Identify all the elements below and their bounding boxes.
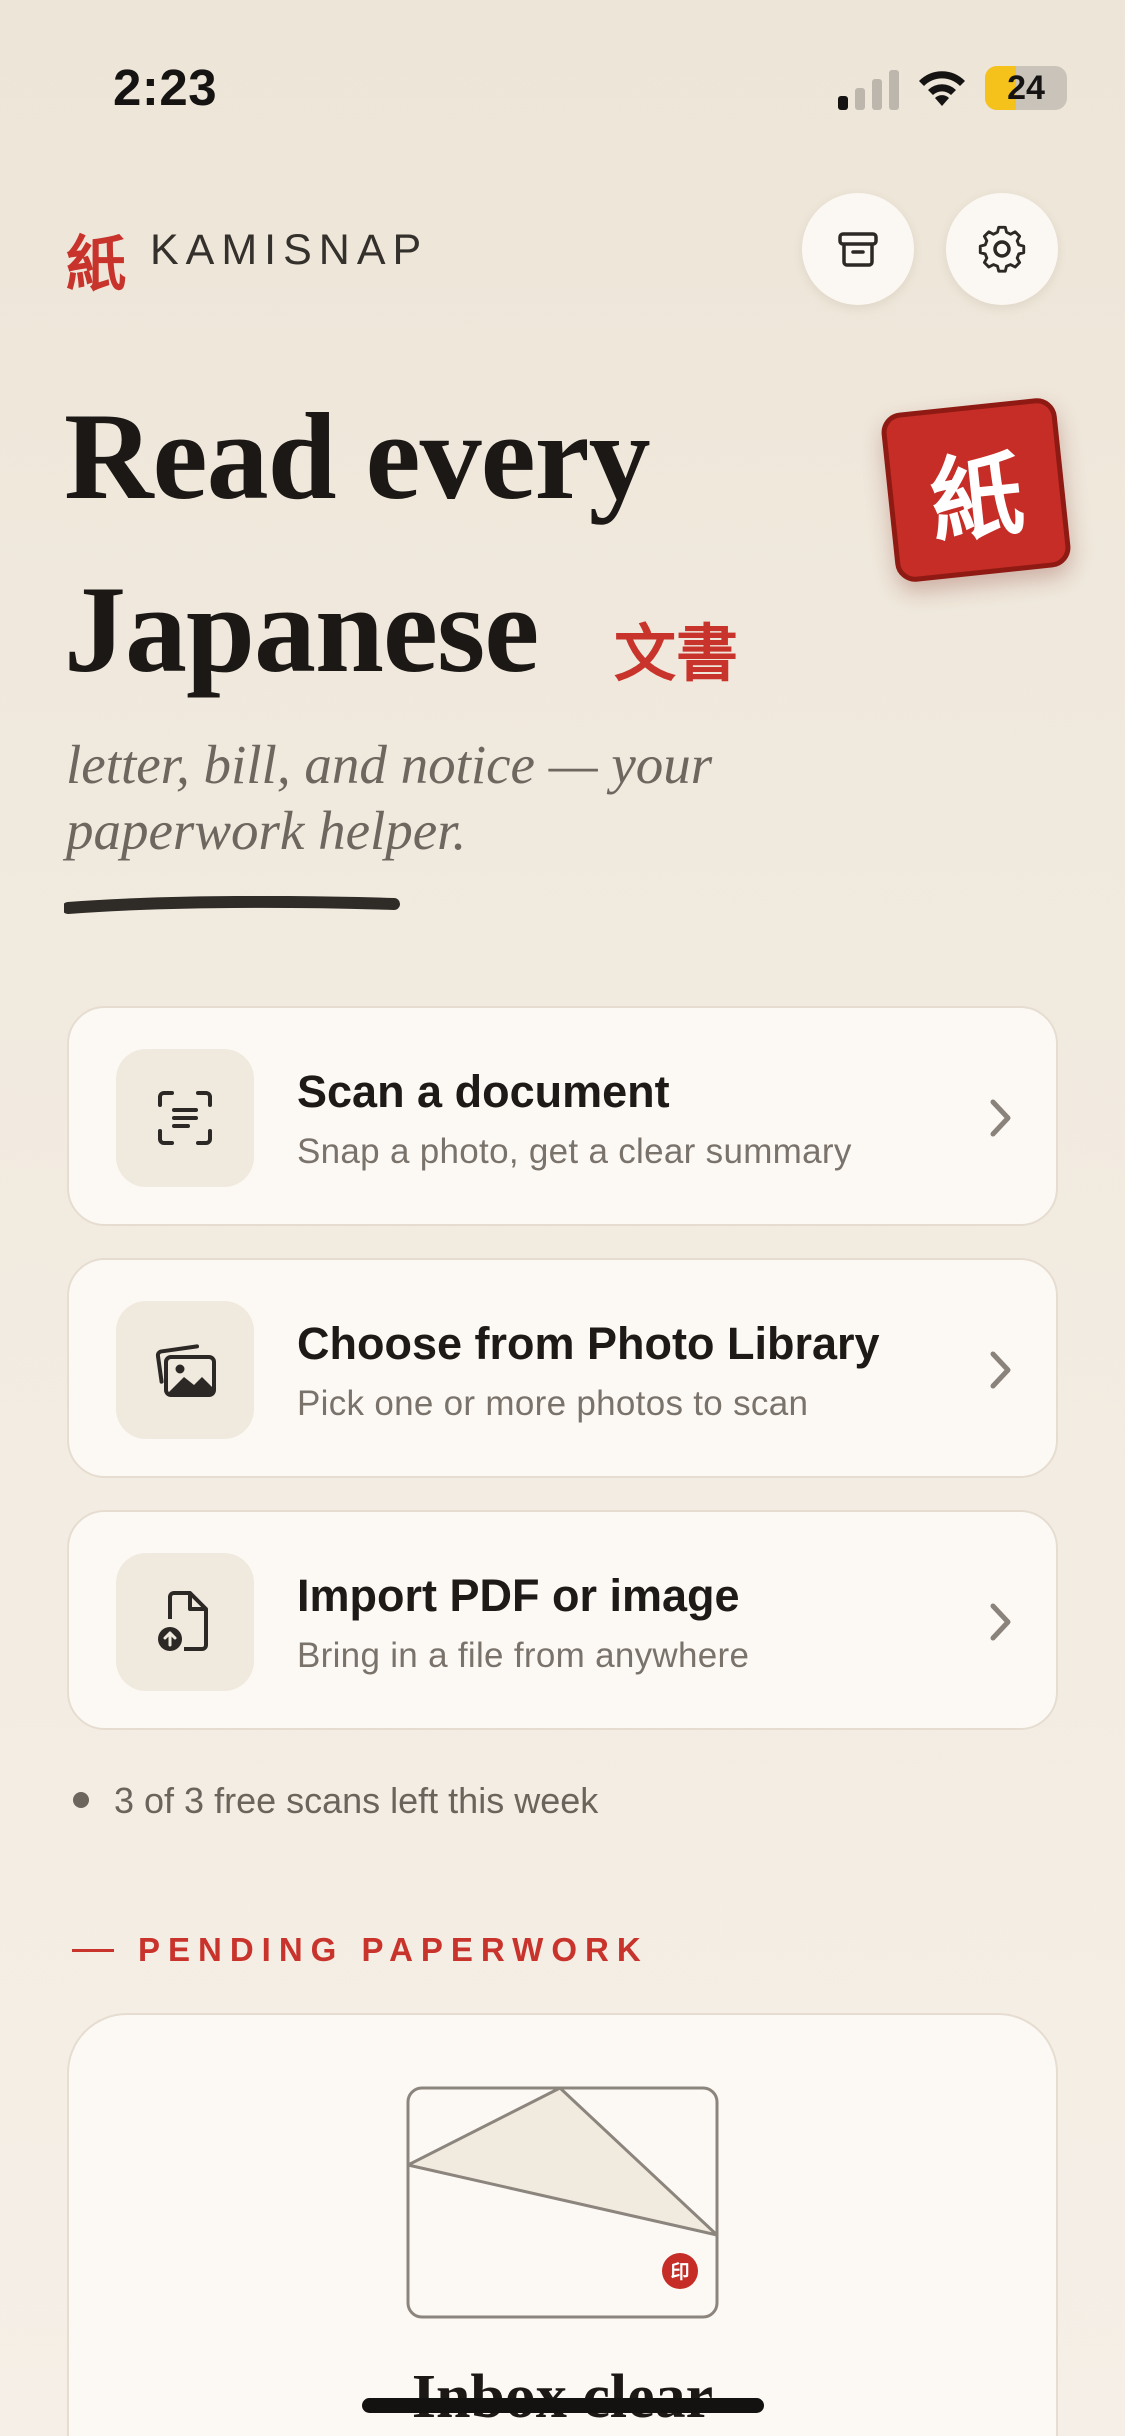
card-subtitle: Pick one or more photos to scan (297, 1384, 809, 1423)
brand-logo-mark: 紙 (66, 230, 126, 300)
photo-icon-tile (116, 1301, 254, 1439)
scan-document-card[interactable]: Scan a document Snap a photo, get a clea… (67, 1006, 1058, 1226)
battery-level: 24 (1007, 68, 1045, 107)
section-dash (72, 1949, 114, 1952)
cellular-signal-icon (838, 70, 899, 110)
seal-character: 印 (670, 2261, 689, 2283)
settings-button[interactable] (946, 193, 1058, 305)
envelope-icon: 印 (406, 2086, 719, 2319)
gear-icon (978, 225, 1026, 273)
battery-indicator: 24 (985, 66, 1067, 110)
brush-underline (64, 896, 400, 914)
card-title: Import PDF or image (297, 1570, 740, 1621)
quota-bullet (73, 1792, 89, 1808)
stamp-character: 紙 (925, 439, 1029, 556)
status-time: 2:23 (113, 59, 218, 116)
hero-subtitle: letter, bill, and notice — your paperwor… (66, 734, 713, 861)
photo-library-icon (155, 1344, 216, 1397)
wifi-icon (919, 71, 965, 106)
brand-name: KAMISNAP (150, 226, 429, 274)
import-file-card[interactable]: Import PDF or image Bring in a file from… (67, 1510, 1058, 1730)
document-scan-icon (158, 1091, 212, 1145)
home-indicator (362, 2398, 764, 2413)
chevron-right-icon (990, 1603, 1011, 1641)
free-scans-quota: 3 of 3 free scans left this week (114, 1780, 599, 1821)
card-title: Choose from Photo Library (297, 1318, 880, 1369)
photo-library-card[interactable]: Choose from Photo Library Pick one or mo… (67, 1258, 1058, 1478)
archive-button[interactable] (802, 193, 914, 305)
import-icon-tile (116, 1553, 254, 1691)
card-subtitle: Snap a photo, get a clear summary (297, 1132, 852, 1171)
chevron-right-icon (990, 1099, 1011, 1137)
card-subtitle: Bring in a file from anywhere (297, 1636, 750, 1675)
section-heading-pending: PENDING PAPERWORK (138, 1931, 649, 1968)
scan-icon-tile (116, 1049, 254, 1187)
hero-kanji: 文書 (614, 617, 739, 690)
hero-title-line-1: Read every (64, 388, 651, 525)
hero-title-line-2: Japanese (64, 561, 539, 698)
archive-box-icon (838, 232, 878, 267)
card-title: Scan a document (297, 1066, 670, 1117)
hanko-stamp: 紙 (879, 396, 1073, 584)
file-import-icon (158, 1591, 208, 1651)
chevron-right-icon (990, 1351, 1011, 1389)
